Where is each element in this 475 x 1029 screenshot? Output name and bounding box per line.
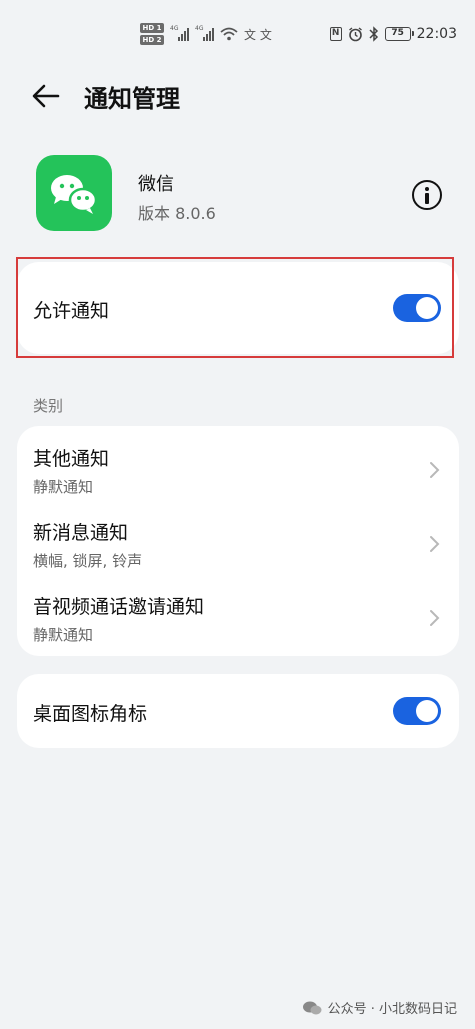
category-title: 新消息通知 [33, 522, 129, 544]
bluetooth-icon [369, 26, 379, 42]
badge-setting-toggle[interactable] [393, 697, 441, 725]
categories-card: 其他通知 静默通知 新消息通知 横幅, 锁屏, 铃声 音视频通话邀请通知 静默通… [17, 426, 459, 656]
category-subtitle: 静默通知 [33, 478, 94, 496]
chevron-right-icon [430, 536, 440, 552]
app-name: 微信 [138, 174, 174, 195]
info-icon [425, 187, 429, 191]
category-item-av-call[interactable]: 音视频通话邀请通知 静默通知 [17, 578, 459, 650]
back-button[interactable] [30, 80, 62, 112]
back-arrow-icon [32, 84, 60, 108]
badge-setting-card: 桌面图标角标 [17, 674, 459, 748]
highlight-box [16, 257, 454, 358]
notification-management-screen: HD 1 HD 2 4G 4G 文 文 N 75 22:03 通知管理 微信 版… [0, 0, 475, 1029]
categories-section-label: 类别 [33, 397, 64, 415]
category-subtitle: 横幅, 锁屏, 铃声 [33, 552, 143, 570]
toggle-knob [416, 700, 438, 722]
network-1-type: 4G [170, 25, 179, 32]
network-2-type: 4G [195, 25, 204, 32]
signal-2-icon: 4G [195, 25, 214, 41]
category-subtitle: 静默通知 [33, 626, 94, 644]
wifi-icon [220, 27, 238, 41]
chevron-right-icon [430, 462, 440, 478]
watermark: 公众号 · 小北数码日记 [302, 998, 457, 1017]
sim1-badge: HD 1 [140, 23, 164, 33]
status-extra-icons: 文 文 [244, 27, 272, 42]
category-title: 音视频通话邀请通知 [33, 596, 205, 618]
page-title: 通知管理 [84, 85, 180, 113]
badge-setting-label: 桌面图标角标 [33, 703, 148, 725]
sim2-badge: HD 2 [140, 35, 164, 45]
status-bar-left-icons: HD 1 HD 2 4G 4G 文 文 [140, 20, 272, 48]
category-item-other[interactable]: 其他通知 静默通知 [17, 430, 459, 502]
status-clock: 22:03 [416, 26, 457, 42]
alarm-icon [348, 26, 363, 42]
category-title: 其他通知 [33, 448, 110, 470]
wechat-app-icon [36, 155, 112, 231]
status-bar: HD 1 HD 2 4G 4G 文 文 N 75 22:03 [0, 0, 475, 66]
signal-1-icon: 4G [170, 25, 189, 41]
header: 通知管理 [0, 72, 475, 120]
sim-indicators: HD 1 HD 2 [140, 23, 164, 45]
app-version: 版本 8.0.6 [138, 204, 216, 223]
status-bar-right-icons: N 75 22:03 [329, 24, 457, 44]
nfc-icon: N [329, 27, 342, 41]
battery-icon: 75 [384, 27, 414, 41]
wechat-official-account-icon [302, 1001, 322, 1015]
category-item-new-message[interactable]: 新消息通知 横幅, 锁屏, 铃声 [17, 504, 459, 576]
app-info-button[interactable] [412, 180, 442, 210]
watermark-text: 公众号 · 小北数码日记 [327, 1002, 457, 1017]
chevron-right-icon [430, 610, 440, 626]
